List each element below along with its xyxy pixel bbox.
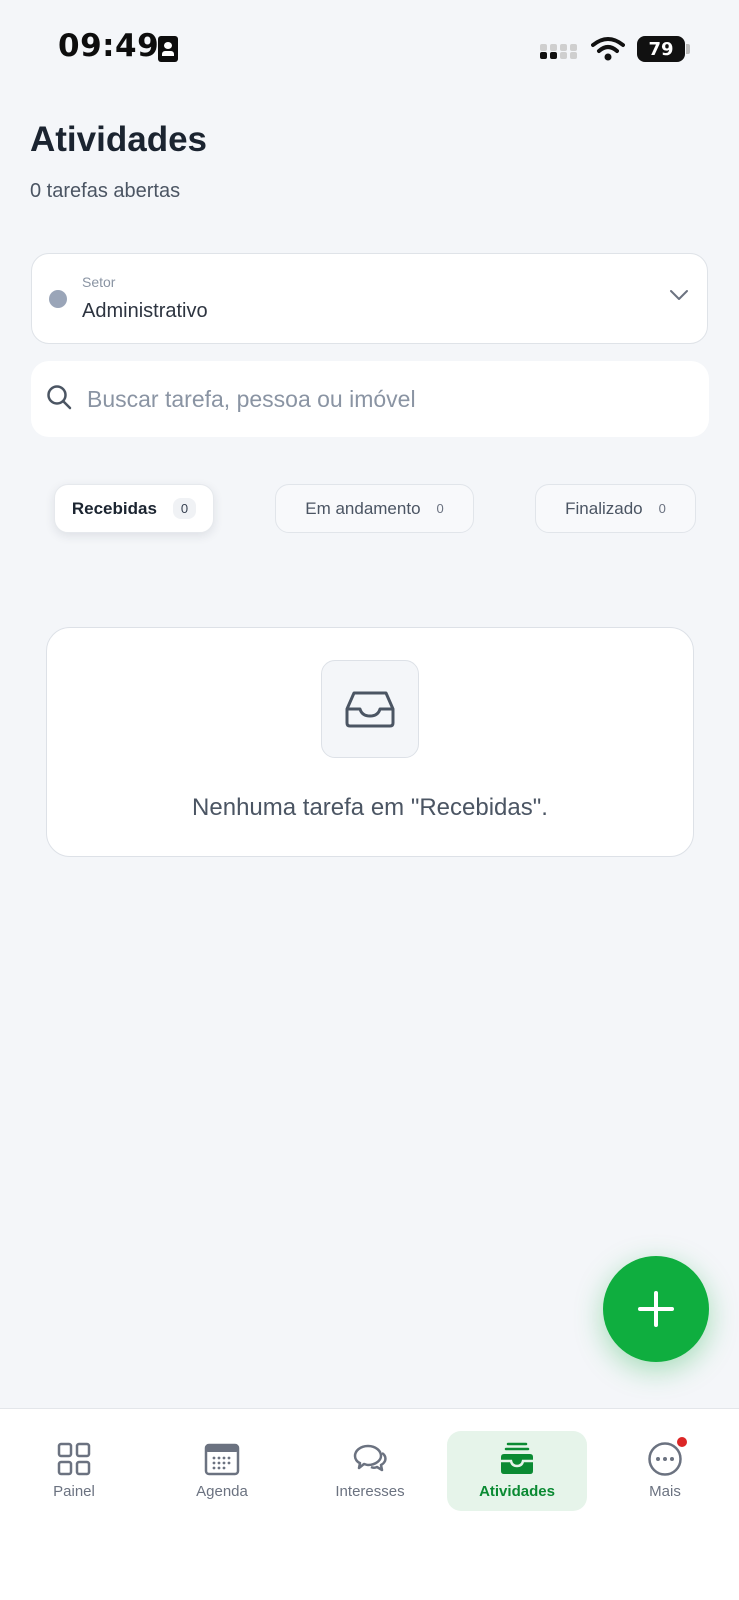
sector-value: Administrativo (82, 300, 208, 322)
calendar-icon (204, 1443, 240, 1476)
status-bar: 09:49 79 (0, 0, 739, 100)
add-task-button[interactable] (603, 1256, 709, 1362)
nav-item-agenda[interactable]: Agenda (152, 1431, 292, 1511)
signal-icon (540, 44, 580, 64)
nav-item-painel[interactable]: Painel (4, 1431, 144, 1511)
empty-state-icon-box (321, 660, 419, 758)
sector-label: Setor (82, 274, 116, 290)
id-card-icon (158, 36, 178, 62)
tab-finalizado[interactable]: Finalizado 0 (535, 484, 696, 533)
wifi-icon (591, 37, 625, 61)
inbox-icon (345, 691, 395, 728)
empty-state-card: Nenhuma tarefa em "Recebidas". (46, 627, 694, 857)
sector-color-dot (49, 290, 67, 308)
nav-label: Mais (649, 1483, 681, 1500)
page-title: Atividades (30, 120, 207, 159)
bottom-nav: Painel Agenda Interesses Atividades Mais (0, 1408, 739, 1600)
plus-icon (638, 1291, 674, 1327)
chevron-down-icon (670, 290, 688, 300)
sector-select[interactable]: Setor Administrativo (31, 253, 708, 344)
search-input[interactable] (87, 375, 687, 423)
tab-label: Finalizado (565, 498, 643, 518)
grid-icon (57, 1442, 91, 1476)
empty-state-message: Nenhuma tarefa em "Recebidas". (192, 794, 548, 821)
tab-em-andamento[interactable]: Em andamento 0 (275, 484, 474, 533)
search-box (31, 361, 709, 437)
search-icon (47, 385, 72, 410)
tab-recebidas[interactable]: Recebidas 0 (54, 484, 214, 533)
nav-label: Painel (53, 1483, 95, 1500)
tab-count-badge: 0 (658, 501, 666, 516)
open-tasks-count: 0 tarefas abertas (30, 180, 181, 202)
status-time: 09:49 (58, 28, 160, 64)
battery-tip (686, 44, 690, 54)
more-icon-wrapper (647, 1437, 687, 1477)
tab-count-badge: 0 (436, 501, 444, 516)
inbox-icon (501, 1442, 533, 1474)
notification-dot (677, 1437, 687, 1447)
activities-screen: 09:49 79 Atividades 0 tarefas abertas Se… (0, 0, 739, 1600)
nav-item-mais[interactable]: Mais (595, 1431, 735, 1511)
nav-label: Agenda (196, 1483, 248, 1500)
battery-indicator: 79 (637, 36, 685, 62)
nav-item-atividades[interactable]: Atividades (447, 1431, 587, 1511)
nav-item-interesses[interactable]: Interesses (300, 1431, 440, 1511)
tab-label: Recebidas (71, 498, 157, 518)
more-icon (648, 1442, 682, 1476)
nav-label: Interesses (335, 1483, 405, 1500)
nav-label: Atividades (479, 1483, 555, 1500)
tab-count-badge: 0 (172, 498, 197, 519)
tab-label: Em andamento (305, 498, 421, 518)
chat-bubbles-icon (353, 1444, 387, 1472)
